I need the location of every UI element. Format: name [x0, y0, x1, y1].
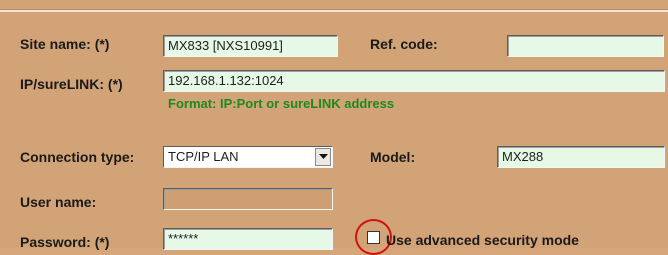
- user-name-field[interactable]: [163, 188, 333, 210]
- ip-format-hint: Format: IP:Port or sureLINK address: [168, 96, 395, 111]
- advanced-security-label[interactable]: Use advanced security mode: [386, 232, 579, 248]
- password-field[interactable]: ******: [163, 228, 333, 250]
- user-name-label: User name:: [20, 194, 97, 210]
- model-label: Model:: [370, 149, 416, 165]
- site-settings-panel: Site name: (*) MX833 [NXS10991] Ref. cod…: [0, 0, 668, 255]
- ip-label: IP/sureLINK: (*): [20, 76, 123, 92]
- advanced-security-checkbox[interactable]: [367, 231, 380, 244]
- ref-code-label: Ref. code:: [370, 36, 438, 52]
- ref-code-field[interactable]: [507, 35, 664, 57]
- ip-field[interactable]: 192.168.1.132:1024: [163, 70, 665, 92]
- site-name-label: Site name: (*): [20, 36, 110, 52]
- connection-type-label: Connection type:: [20, 149, 135, 165]
- site-name-field[interactable]: MX833 [NXS10991]: [163, 35, 338, 57]
- connection-type-select[interactable]: TCP/IP LAN: [163, 146, 333, 168]
- chevron-down-icon[interactable]: [315, 148, 331, 166]
- divider: [0, 9, 668, 12]
- model-field[interactable]: MX288: [497, 146, 665, 168]
- connection-type-value: TCP/IP LAN: [168, 149, 239, 164]
